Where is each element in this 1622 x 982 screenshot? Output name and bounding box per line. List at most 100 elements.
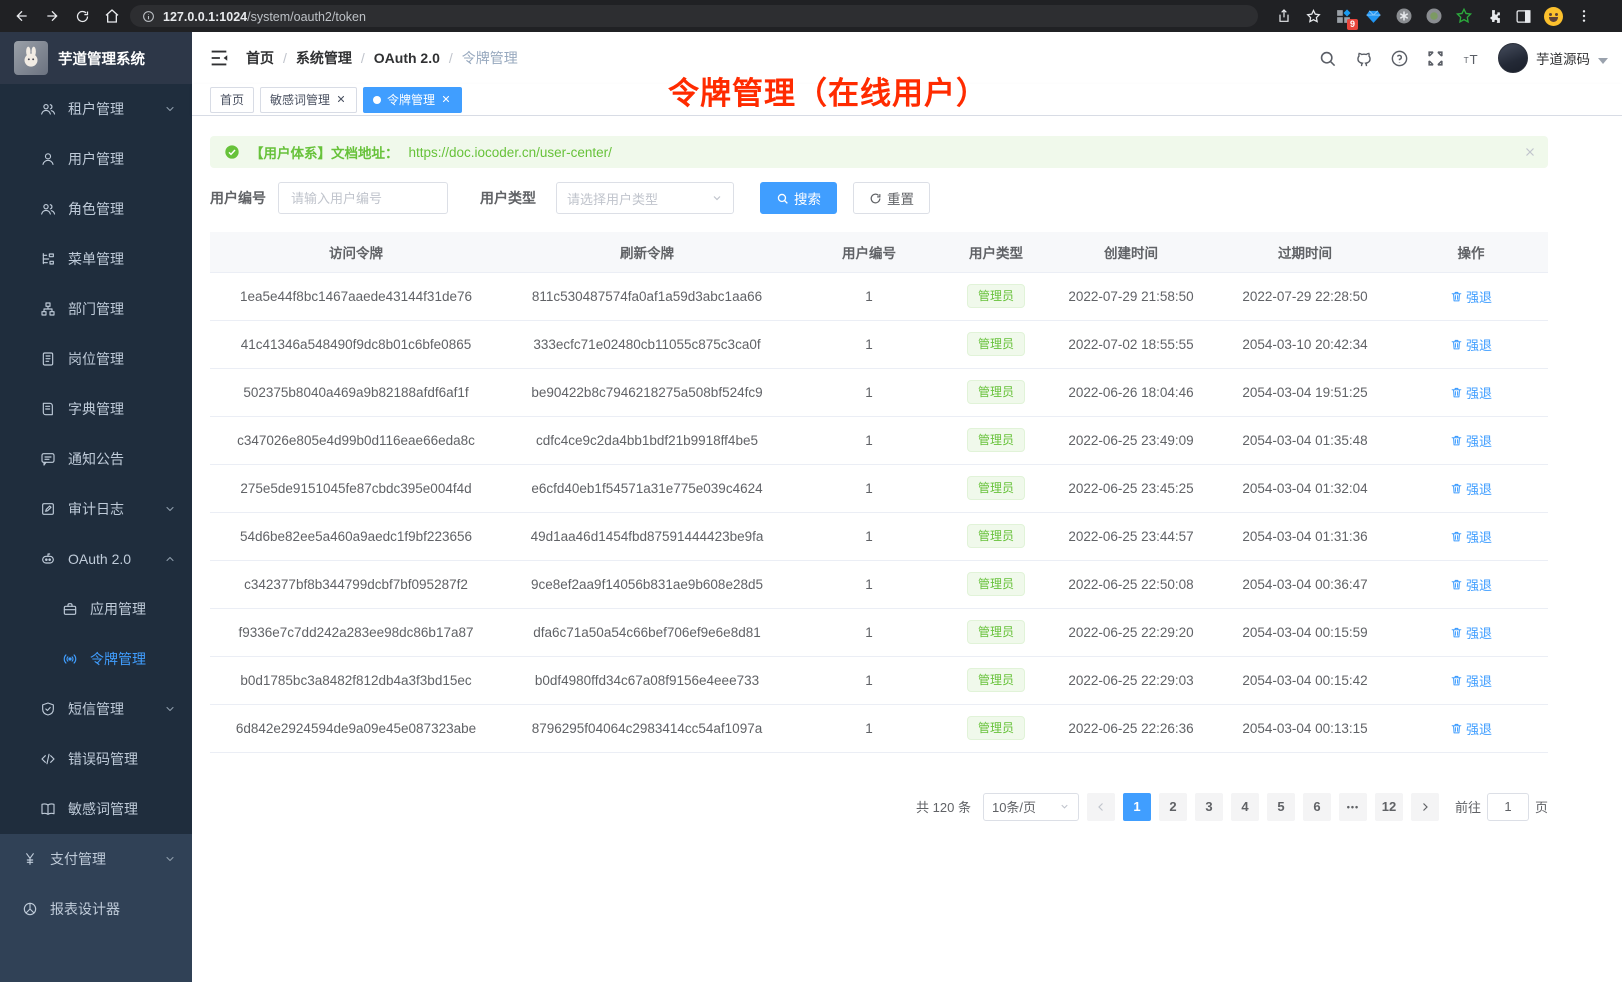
sidebar-item-oauth2-app[interactable]: 应用管理 <box>0 584 192 634</box>
breadcrumb-item[interactable]: OAuth 2.0 <box>374 50 440 66</box>
created-time-cell: 2022-06-25 22:26:36 <box>1046 704 1216 752</box>
goto-suffix: 页 <box>1535 797 1548 816</box>
sidebar-item-label: 短信管理 <box>68 699 124 719</box>
page-button-1[interactable]: 1 <box>1123 793 1151 821</box>
browser-address-bar[interactable]: 127.0.0.1:1024/system/oauth2/token <box>130 5 1258 27</box>
user-type-badge: 管理员 <box>967 716 1025 740</box>
sidebar-item-oauth2-token[interactable]: 令牌管理 <box>0 634 192 684</box>
user-menu[interactable]: 芋道源码 <box>1498 43 1608 73</box>
sidebar-item-sensitive[interactable]: 敏感词管理 <box>0 784 192 834</box>
force-logout-label: 强退 <box>1466 527 1492 546</box>
force-logout-button[interactable]: 强退 <box>1450 287 1492 306</box>
force-logout-button[interactable]: 强退 <box>1450 527 1492 546</box>
sidebar-item-dept[interactable]: 部门管理 <box>0 284 192 334</box>
sidebar-item-user[interactable]: 用户管理 <box>0 134 192 184</box>
user-type-select[interactable]: 请选择用户类型 <box>556 182 734 214</box>
force-logout-button[interactable]: 强退 <box>1450 671 1492 690</box>
page-button-2[interactable]: 2 <box>1159 793 1187 821</box>
force-logout-button[interactable]: 强退 <box>1450 719 1492 738</box>
column-header: 创建时间 <box>1046 232 1216 272</box>
profile-avatar-icon[interactable] <box>1544 7 1563 26</box>
sidebar-item-oauth2[interactable]: OAuth 2.0 <box>0 534 192 584</box>
page-size-select[interactable]: 10条/页 <box>983 793 1079 821</box>
tab-label: 敏感词管理 <box>270 91 330 108</box>
font-size-icon[interactable]: TT <box>1462 49 1481 68</box>
browser-forward-button[interactable] <box>40 4 64 28</box>
browser-back-button[interactable] <box>10 4 34 28</box>
trash-icon <box>1450 338 1463 351</box>
sidebar-item-role[interactable]: 角色管理 <box>0 184 192 234</box>
github-icon[interactable] <box>1354 49 1373 68</box>
page-button-4[interactable]: 4 <box>1231 793 1259 821</box>
star-extension-icon[interactable] <box>1454 7 1473 26</box>
extension-grid-icon[interactable]: 9 <box>1334 7 1353 26</box>
bookmark-star-icon[interactable] <box>1304 7 1323 26</box>
browser-home-button[interactable] <box>100 4 124 28</box>
tab-首页[interactable]: 首页 <box>210 87 254 113</box>
browser-reload-button[interactable] <box>70 4 94 28</box>
tab-令牌管理[interactable]: 令牌管理 <box>363 87 462 113</box>
sidebar-item-pay[interactable]: 支付管理 <box>0 834 192 884</box>
page-button-3[interactable]: 3 <box>1195 793 1223 821</box>
page-button-5[interactable]: 5 <box>1267 793 1295 821</box>
sidebar-item-tenant[interactable]: 租户管理 <box>0 84 192 134</box>
breadcrumb-item[interactable]: 系统管理 <box>296 48 352 68</box>
breadcrumb-item[interactable]: 首页 <box>246 48 274 68</box>
sidebar-item-post[interactable]: 岗位管理 <box>0 334 192 384</box>
force-logout-button[interactable]: 强退 <box>1450 575 1492 594</box>
sidebar-fold-icon[interactable] <box>208 47 230 69</box>
side-panel-icon[interactable] <box>1514 7 1533 26</box>
refresh-token-cell: 8796295f04064c2983414cc54af1097a <box>502 704 792 752</box>
tab-敏感词管理[interactable]: 敏感词管理 <box>260 87 357 113</box>
close-icon[interactable] <box>336 94 347 105</box>
user-id-label: 用户编号 <box>210 188 266 208</box>
page-button-12[interactable]: 12 <box>1375 793 1403 821</box>
sidebar-item-error-code[interactable]: 错误码管理 <box>0 734 192 784</box>
user-type-cell: 管理员 <box>946 704 1046 752</box>
site-info-icon[interactable] <box>142 10 155 23</box>
prev-page-button[interactable] <box>1087 793 1115 821</box>
code-icon <box>40 751 56 767</box>
force-logout-button[interactable]: 强退 <box>1450 431 1492 450</box>
alert-doc-link[interactable]: https://doc.iocoder.cn/user-center/ <box>409 145 612 160</box>
next-page-button[interactable] <box>1411 793 1439 821</box>
share-icon[interactable] <box>1274 7 1293 26</box>
sidebar-item-notice[interactable]: 通知公告 <box>0 434 192 484</box>
page-button-6[interactable]: 6 <box>1303 793 1331 821</box>
asterisk-extension-icon[interactable] <box>1394 7 1413 26</box>
sidebar-item-dict[interactable]: 字典管理 <box>0 384 192 434</box>
close-icon[interactable] <box>441 94 452 105</box>
url-host: 127.0.0.1:1024 <box>163 10 247 24</box>
puzzle-extensions-icon[interactable] <box>1484 7 1503 26</box>
force-logout-button[interactable]: 强退 <box>1450 335 1492 354</box>
more-pages-button[interactable]: ••• <box>1339 793 1367 821</box>
search-button[interactable]: 搜索 <box>760 182 837 214</box>
force-logout-button[interactable]: 强退 <box>1450 623 1492 642</box>
alert-close-icon[interactable] <box>1524 146 1536 158</box>
table-row: f9336e7c7dd242a283ee98dc86b17a87dfa6c71a… <box>210 608 1548 656</box>
goto-page-input[interactable] <box>1487 793 1529 821</box>
app-logo-bar[interactable]: 芋道管理系统 <box>0 32 192 84</box>
sidebar-item-menu[interactable]: 菜单管理 <box>0 234 192 284</box>
user-type-badge: 管理员 <box>967 476 1025 500</box>
fullscreen-icon[interactable] <box>1426 49 1445 68</box>
search-icon[interactable] <box>1318 49 1337 68</box>
shield-icon <box>40 701 56 717</box>
user-id-cell: 1 <box>792 368 946 416</box>
sidebar-item-report[interactable]: 报表设计器 <box>0 884 192 934</box>
user-id-input[interactable] <box>278 182 448 214</box>
sidebar-item-sms[interactable]: 短信管理 <box>0 684 192 734</box>
people-icon <box>40 201 56 217</box>
gem-extension-icon[interactable] <box>1364 7 1383 26</box>
sidebar-item-label: 审计日志 <box>68 499 124 519</box>
browser-menu-icon[interactable] <box>1574 7 1593 26</box>
force-logout-button[interactable]: 强退 <box>1450 383 1492 402</box>
force-logout-label: 强退 <box>1466 575 1492 594</box>
user-type-cell: 管理员 <box>946 464 1046 512</box>
column-header: 刷新令牌 <box>502 232 792 272</box>
sidebar-item-audit-log[interactable]: 审计日志 <box>0 484 192 534</box>
reset-button[interactable]: 重置 <box>853 182 930 214</box>
dot-extension-icon[interactable] <box>1424 7 1443 26</box>
force-logout-button[interactable]: 强退 <box>1450 479 1492 498</box>
help-icon[interactable] <box>1390 49 1409 68</box>
